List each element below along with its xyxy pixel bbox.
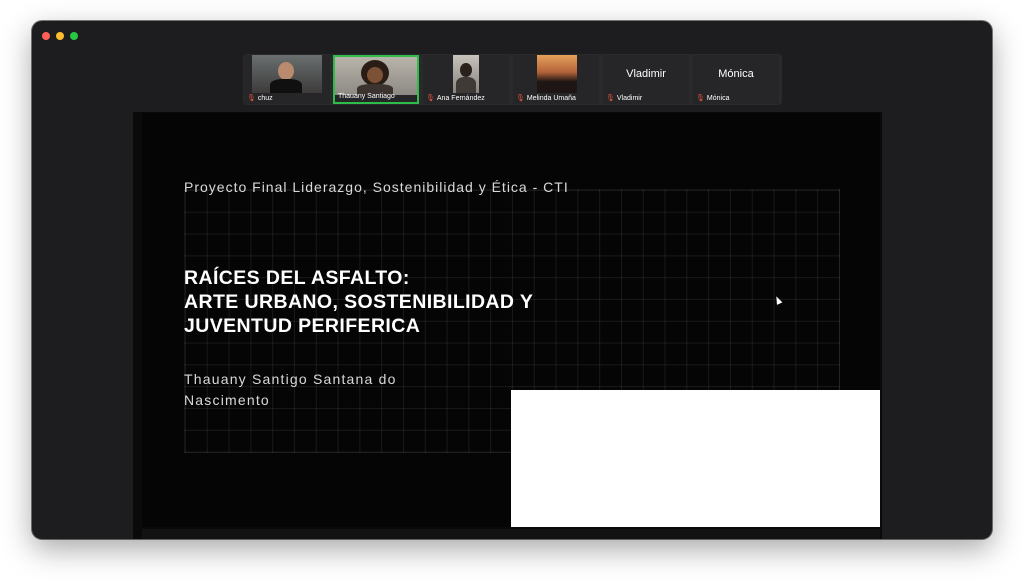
muted-mic-icon: 🎙︎ [516, 95, 525, 102]
participant-name: 🎙︎ chuz [247, 94, 273, 103]
muted-mic-icon: 🎙︎ [696, 95, 705, 102]
participant-video [453, 55, 479, 93]
participant-tile-chuz[interactable]: 🎙︎ chuz [244, 55, 330, 104]
participant-name: 🎙︎ Mónica [696, 94, 730, 103]
window-controls [42, 32, 78, 40]
participant-display-name: Vladimir [626, 68, 666, 80]
stage-bottom-bar [142, 529, 880, 539]
zoom-window-button[interactable] [70, 32, 78, 40]
participant-name: 🎙︎ Ana Fernández [426, 94, 485, 103]
slide-white-panel [511, 390, 880, 527]
slide-subtitle: Proyecto Final Liderazgo, Sostenibilidad… [184, 179, 569, 195]
participant-video [252, 55, 322, 93]
participant-name: Thauany Santiago [338, 93, 395, 100]
participant-name: 🎙︎ Melinda Umaña [516, 94, 576, 103]
participant-name: 🎙︎ Vladimir [606, 94, 643, 103]
participant-tile-ana-fernandez[interactable]: 🎙︎ Ana Fernández [423, 55, 509, 104]
muted-mic-icon: 🎙︎ [606, 95, 615, 102]
muted-mic-icon: 🎙︎ [247, 95, 256, 102]
muted-mic-icon: 🎙︎ [426, 95, 435, 102]
participant-tile-melinda-umana[interactable]: 🎙︎ Melinda Umaña [513, 55, 599, 104]
participant-tile-vladimir[interactable]: Vladimir 🎙︎ Vladimir [603, 55, 689, 104]
participant-tile-monica[interactable]: Mónica 🎙︎ Mónica [693, 55, 779, 104]
slide-author: Thauany Santigo Santana do Nascimento [184, 371, 397, 408]
participant-video [537, 55, 577, 93]
participant-display-name: Mónica [718, 68, 754, 80]
participant-strip: 🎙︎ chuz Thauany Santiago 🎙︎ Ana Fernánde… [243, 54, 782, 105]
close-window-button[interactable] [42, 32, 50, 40]
slide-title: RAÍCES DEL ASFALTO: ARTE URBANO, SOSTENI… [184, 267, 534, 337]
meeting-window: 🎙︎ chuz Thauany Santiago 🎙︎ Ana Fernánde… [32, 21, 992, 539]
presentation-slide: Proyecto Final Liderazgo, Sostenibilidad… [142, 113, 880, 527]
minimize-window-button[interactable] [56, 32, 64, 40]
participant-video [335, 57, 417, 95]
participant-tile-thauany-santiago[interactable]: Thauany Santiago [333, 55, 419, 104]
